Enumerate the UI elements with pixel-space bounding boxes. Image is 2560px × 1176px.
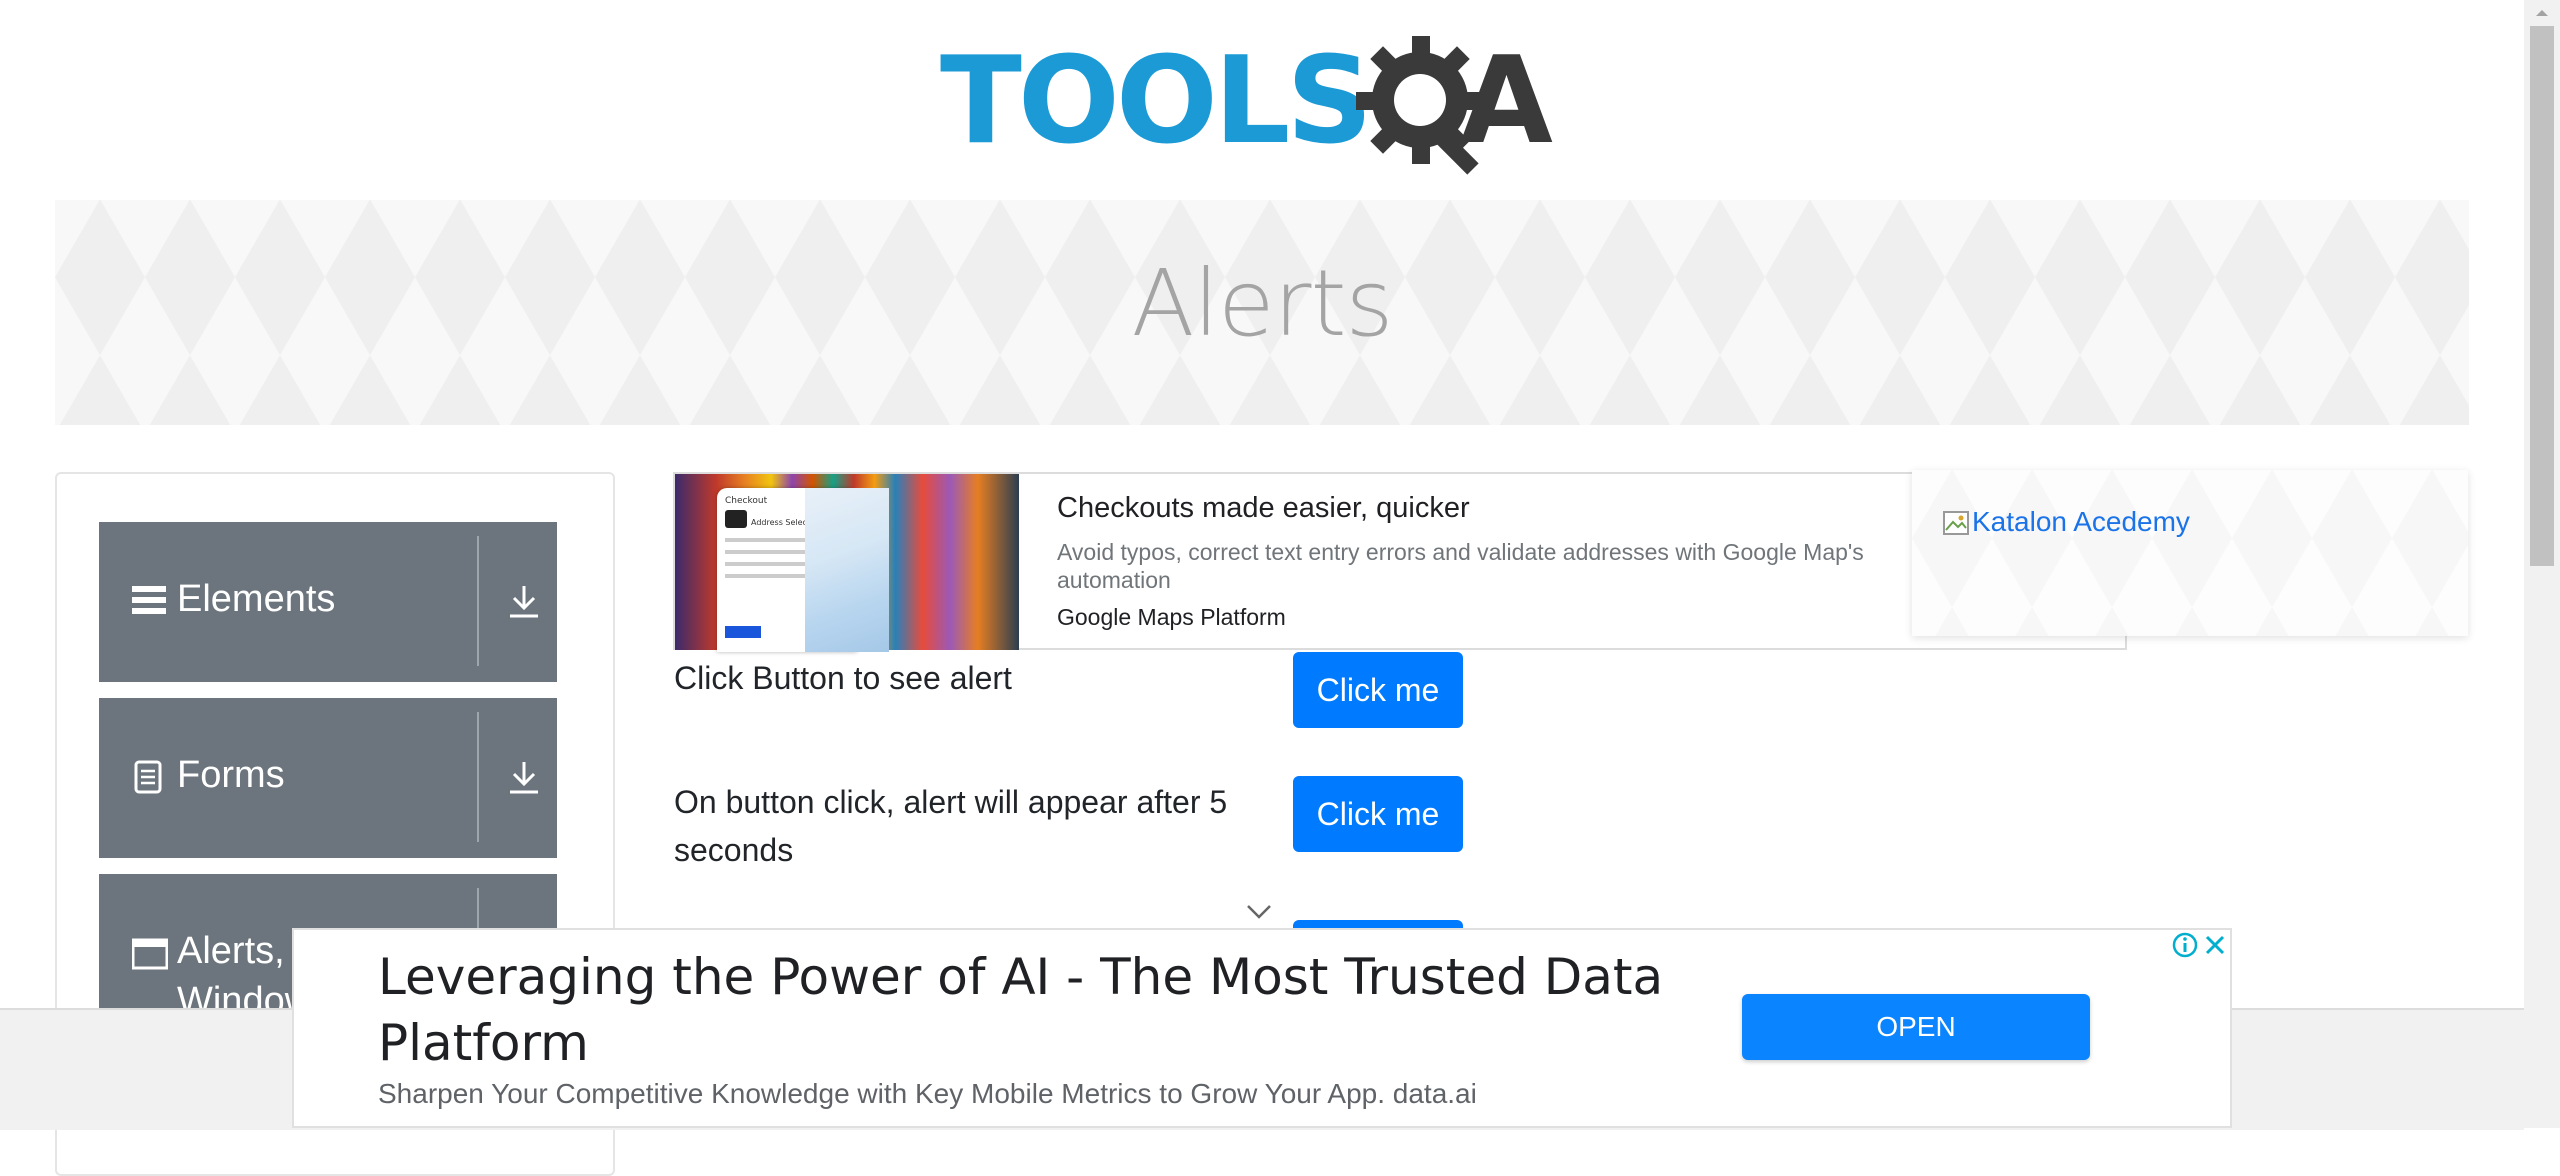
ad-description: Avoid typos, correct text entry errors a… — [1057, 539, 1864, 593]
sponsored-ad[interactable]: Checkout Address Selection Checkouts mad… — [673, 472, 2127, 652]
ad-image: Checkout Address Selection — [675, 474, 1019, 652]
ad-subtext: Sharpen Your Competitive Knowledge with … — [378, 1078, 1477, 1109]
sidebar-group-elements[interactable]: Elements — [99, 522, 557, 682]
ad-headline: Leveraging the Power of AI - The Most Tr… — [378, 948, 1664, 1072]
page-title: Alerts — [1131, 250, 1394, 357]
divider — [477, 536, 479, 666]
phone-heading: Checkout — [725, 496, 768, 506]
phone-button — [725, 626, 761, 638]
download-icon[interactable] — [507, 582, 541, 622]
chevron-down-icon[interactable] — [1245, 903, 1273, 921]
tshirt-icon — [725, 510, 747, 528]
katalon-link[interactable]: Katalon Acedemy — [1972, 506, 2190, 538]
ad-title: Checkouts made easier, quicker — [1057, 492, 1470, 524]
document-icon — [134, 760, 162, 794]
logo-letter-a: A — [1460, 32, 1553, 171]
sidebar-group-label: Forms — [177, 754, 285, 796]
timer-alert-row-label: On button click, alert will appear after… — [674, 784, 1228, 868]
page-banner: Alerts — [55, 200, 2469, 425]
sidebar-group-label: Elements — [177, 578, 336, 620]
download-icon[interactable] — [507, 758, 541, 798]
alert-button[interactable]: Click me — [1293, 652, 1463, 728]
divider — [477, 712, 479, 842]
map-thumbnail — [805, 488, 889, 652]
toolsqa-logo[interactable]: TOOLS A — [940, 28, 1592, 180]
ad-brand: Google Maps Platform — [1057, 604, 1286, 630]
broken-image-icon — [1943, 511, 1969, 535]
info-icon[interactable] — [2170, 930, 2200, 960]
scrollbar-thumb[interactable] — [2530, 26, 2554, 566]
sidebar-group-forms[interactable]: Forms — [99, 698, 557, 858]
katalon-ad[interactable]: Katalon Acedemy — [1912, 470, 2468, 636]
ad-open-button[interactable]: OPEN — [1742, 994, 2090, 1060]
scroll-up-arrow-icon[interactable] — [2530, 4, 2554, 22]
timer-alert-button[interactable]: Click me — [1293, 776, 1463, 852]
site-header: TOOLS A — [0, 0, 2524, 200]
window-icon — [132, 938, 168, 970]
hamburger-icon — [132, 586, 166, 614]
bottom-banner-ad[interactable]: Leveraging the Power of AI - The Most Tr… — [292, 928, 2232, 1128]
logo-wordmark: TOOLS — [940, 32, 1373, 171]
close-icon[interactable] — [2200, 930, 2230, 960]
alert-row-label: Click Button to see alert — [674, 660, 1012, 696]
